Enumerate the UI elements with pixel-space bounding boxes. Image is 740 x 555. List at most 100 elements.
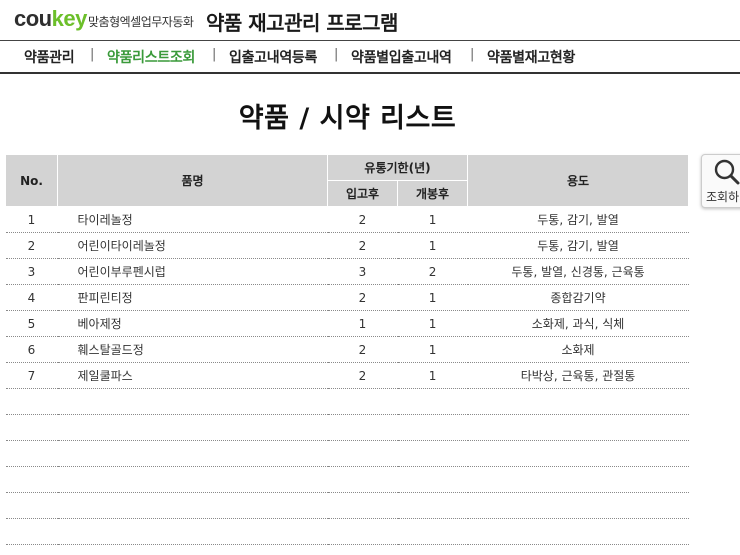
cell-name — [57, 414, 328, 441]
cell-usage: 종합감기약 — [467, 284, 689, 311]
logo-text-cou: cou — [14, 6, 52, 31]
cell-no — [5, 440, 58, 467]
cell-usage: 소화제, 과식, 식체 — [467, 310, 689, 337]
search-button[interactable]: 조회하기 — [701, 154, 740, 208]
menu-item-drug-management[interactable]: 약품관리 — [24, 47, 75, 67]
cell-name: 베아제정 — [57, 310, 328, 337]
cell-expiry-in: 2 — [327, 336, 398, 363]
cell-expiry-in — [327, 440, 398, 467]
cell-no: 7 — [5, 362, 58, 389]
menu-item-stock-status[interactable]: 약품별재고현황 — [487, 47, 575, 67]
cell-usage — [467, 388, 689, 415]
cell-expiry-in — [327, 388, 398, 415]
cell-no — [5, 414, 58, 441]
coukey-logo: coukey — [14, 6, 87, 32]
cell-name — [57, 440, 328, 467]
cell-usage — [467, 414, 689, 441]
header-expiry-in: 입고후 — [327, 180, 398, 207]
menu-item-inout-history[interactable]: 약품별입출고내역 — [351, 47, 452, 67]
cell-no: 1 — [5, 206, 58, 233]
cell-expiry-in: 1 — [327, 310, 398, 337]
cell-expiry-in — [327, 492, 398, 519]
cell-name: 타이레놀정 — [57, 206, 328, 233]
cell-name — [57, 492, 328, 519]
table-row — [5, 492, 689, 519]
cell-usage — [467, 440, 689, 467]
cell-expiry-open: 1 — [397, 362, 468, 389]
cell-expiry-in: 3 — [327, 258, 398, 285]
table-row: 6 훼스탈골드정 2 1 소화제 — [5, 336, 689, 363]
cell-usage — [467, 466, 689, 493]
cell-expiry-in — [327, 518, 398, 545]
cell-usage: 두통, 발열, 신경통, 근육통 — [467, 258, 689, 285]
logo-text-key: key — [51, 6, 88, 31]
cell-usage: 소화제 — [467, 336, 689, 363]
table-row: 1 타이레놀정 2 1 두통, 감기, 발열 — [5, 206, 689, 233]
cell-name: 어린이부루펜시럽 — [57, 258, 328, 285]
menu-separator: | — [334, 47, 339, 62]
cell-name — [57, 466, 328, 493]
cell-expiry-open — [397, 518, 468, 545]
cell-expiry-open: 1 — [397, 284, 468, 311]
cell-expiry-open — [397, 440, 468, 467]
table-row: 5 베아제정 1 1 소화제, 과식, 식체 — [5, 310, 689, 337]
cell-no — [5, 466, 58, 493]
cell-expiry-in: 2 — [327, 232, 398, 259]
cell-expiry-open — [397, 466, 468, 493]
cell-expiry-open: 1 — [397, 206, 468, 233]
page-title: 약품 / 시약 리스트 — [238, 103, 457, 134]
menu-item-drug-list[interactable]: 약품리스트조회 — [107, 47, 195, 67]
cell-expiry-in: 2 — [327, 206, 398, 233]
menu-separator: | — [470, 47, 475, 62]
table-row — [5, 388, 689, 415]
cell-expiry-in — [327, 414, 398, 441]
cell-no: 3 — [5, 258, 58, 285]
header-usage: 용도 — [467, 154, 690, 207]
cell-expiry-open — [397, 414, 468, 441]
app-title: 약품 재고관리 프로그램 — [206, 11, 398, 35]
logo-tagline: 맞춤형엑셀업무자동화 — [88, 15, 194, 29]
menu-separator: | — [90, 47, 95, 62]
cell-expiry-open: 2 — [397, 258, 468, 285]
header-expiry-open: 개봉후 — [396, 180, 469, 207]
cell-name: 훼스탈골드정 — [57, 336, 328, 363]
cell-name — [57, 388, 328, 415]
cell-name: 어린이타이레놀정 — [57, 232, 328, 259]
table-row: 7 제일쿨파스 2 1 타박상, 근육통, 관절통 — [5, 362, 689, 389]
cell-no: 2 — [5, 232, 58, 259]
table-row: 4 판피린티정 2 1 종합감기약 — [5, 284, 689, 311]
cell-usage — [467, 492, 689, 519]
menu-separator: | — [212, 47, 217, 62]
main-menu: 약품관리 | 약품리스트조회 | 입출고내역등록 | 약품별입출고내역 | 약품… — [0, 41, 740, 74]
cell-usage: 두통, 감기, 발열 — [467, 232, 689, 259]
table-row: 2 어린이타이레놀정 2 1 두통, 감기, 발열 — [5, 232, 689, 259]
search-icon — [714, 159, 740, 185]
app-header: coukey 맞춤형엑셀업무자동화 약품 재고관리 프로그램 — [0, 0, 740, 41]
cell-name: 판피린티정 — [57, 284, 328, 311]
drug-list-table: No. 품명 유통기한(년) 용도 입고후 개봉후 1 타이레놀정 2 1 두통, 감기… — [5, 154, 690, 545]
cell-expiry-in — [327, 466, 398, 493]
menu-item-inout-entry[interactable]: 입출고내역등록 — [229, 47, 317, 67]
cell-expiry-in: 2 — [327, 284, 398, 311]
table-row — [5, 414, 689, 441]
table-row: 3 어린이부루펜시럽 3 2 두통, 발열, 신경통, 근육통 — [5, 258, 689, 285]
cell-name: 제일쿨파스 — [57, 362, 328, 389]
table-row — [5, 466, 689, 493]
cell-expiry-open — [397, 492, 468, 519]
cell-expiry-open: 1 — [397, 310, 468, 337]
table-row — [5, 518, 689, 545]
header-expiry-group: 유통기한(년) — [326, 154, 469, 181]
cell-usage: 두통, 감기, 발열 — [467, 206, 689, 233]
cell-no: 4 — [5, 284, 58, 311]
header-name: 품명 — [57, 154, 328, 207]
cell-expiry-open: 1 — [397, 232, 468, 259]
cell-no — [5, 518, 58, 545]
cell-usage: 타박상, 근육통, 관절통 — [467, 362, 689, 389]
cell-usage — [467, 518, 689, 545]
header-no: No. — [5, 154, 58, 207]
cell-no: 6 — [5, 336, 58, 363]
cell-no — [5, 388, 58, 415]
search-button-label: 조회하기 — [706, 190, 740, 204]
cell-name — [57, 518, 328, 545]
table-row — [5, 440, 689, 467]
